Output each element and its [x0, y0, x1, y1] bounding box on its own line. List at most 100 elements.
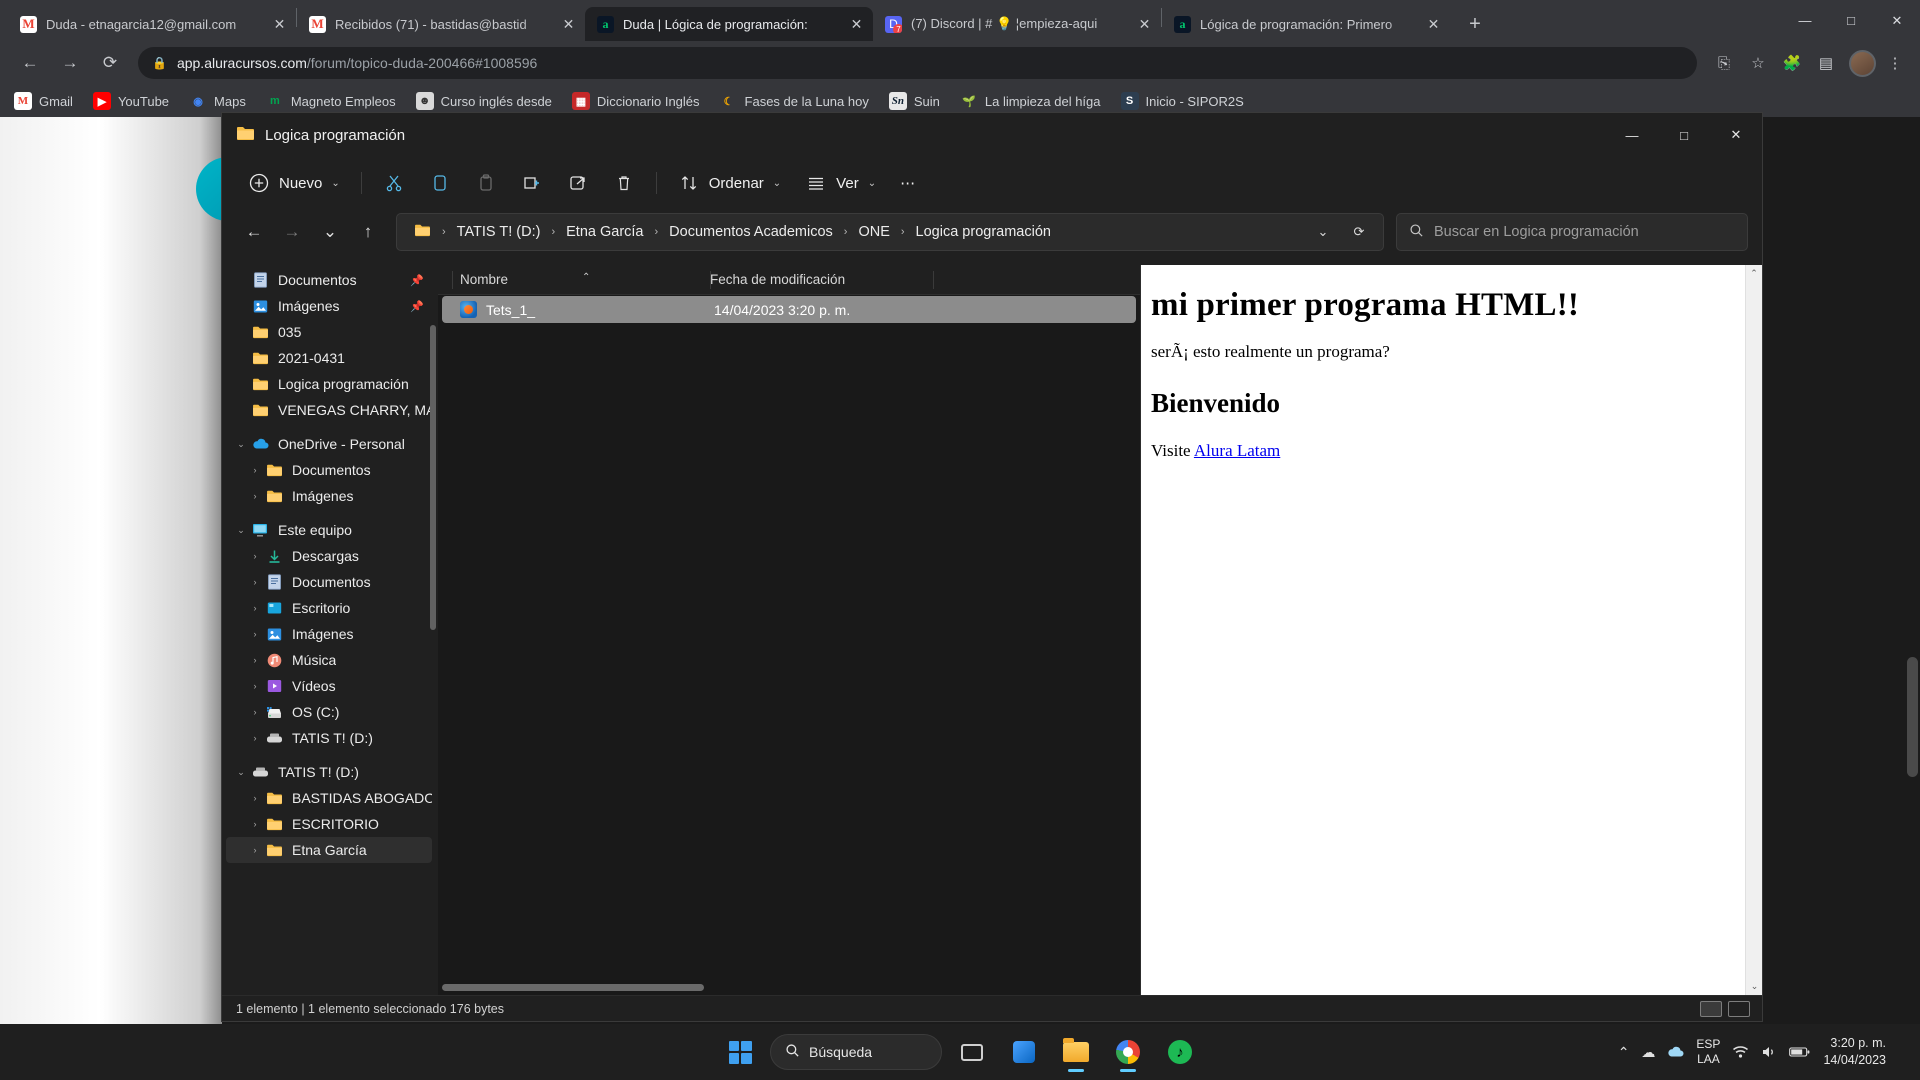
- explorer-forward-button[interactable]: →: [274, 214, 310, 250]
- wifi-icon[interactable]: [1732, 1045, 1749, 1059]
- volume-icon[interactable]: [1761, 1045, 1777, 1059]
- taskbar-chrome[interactable]: [1106, 1030, 1150, 1074]
- widgets-button[interactable]: [1002, 1030, 1046, 1074]
- browser-tab-2[interactable]: a Duda | Lógica de programación: ✕: [585, 7, 873, 41]
- bookmark-star-icon[interactable]: ☆: [1743, 48, 1773, 78]
- browser-minimize-button[interactable]: —: [1782, 0, 1828, 41]
- tab-close-icon[interactable]: ✕: [846, 14, 867, 35]
- details-view-toggle[interactable]: [1700, 1000, 1722, 1017]
- preview-link[interactable]: Alura Latam: [1194, 441, 1280, 460]
- bookmark-gmail[interactable]: M Gmail: [14, 92, 73, 110]
- browser-tab-3[interactable]: D (7) Discord | # 💡 ¦empieza-aqui ✕: [873, 7, 1161, 41]
- bookmark-diccionario[interactable]: ▦ Diccionario Inglés: [571, 92, 700, 110]
- nav-chevron[interactable]: ›: [246, 465, 264, 475]
- rename-button[interactable]: [509, 165, 555, 201]
- refresh-icon[interactable]: ⟳: [1343, 224, 1375, 240]
- scrollbar-thumb[interactable]: [442, 984, 704, 991]
- new-tab-button[interactable]: +: [1458, 7, 1492, 41]
- nav-item-pc-documentos[interactable]: › Documentos: [226, 569, 432, 595]
- bookmark-maps[interactable]: ◉ Maps: [189, 92, 246, 110]
- breadcrumb-item-2[interactable]: Documentos Academicos: [664, 221, 838, 243]
- explorer-recent-button[interactable]: ⌄: [312, 214, 348, 250]
- battery-icon[interactable]: [1789, 1046, 1811, 1058]
- new-button[interactable]: Nuevo ⌄: [236, 165, 352, 201]
- nav-item-este-equipo[interactable]: ⌄ Este equipo: [226, 517, 432, 543]
- side-panel-icon[interactable]: ▤: [1811, 48, 1841, 78]
- onedrive-icon[interactable]: [1667, 1046, 1684, 1058]
- browser-maximize-button[interactable]: □: [1828, 0, 1874, 41]
- nav-chevron[interactable]: ⌄: [232, 767, 250, 778]
- nav-pane-scrollbar[interactable]: [430, 325, 436, 630]
- tab-close-icon[interactable]: ✕: [269, 14, 290, 35]
- browser-tab-0[interactable]: Duda - etnagarcia12@gmail.com ✕: [8, 7, 296, 41]
- nav-item-documentos-pinned[interactable]: Documentos 📌: [226, 267, 432, 293]
- nav-chevron[interactable]: ›: [246, 577, 264, 587]
- bookmark-fases-luna[interactable]: ☾ Fases de la Luna hoy: [720, 92, 869, 110]
- table-row[interactable]: Tets_1_ 14/04/2023 3:20 p. m.: [442, 296, 1136, 323]
- nav-chevron[interactable]: ›: [246, 707, 264, 717]
- delete-button[interactable]: [601, 165, 647, 201]
- bookmark-youtube[interactable]: ▶ YouTube: [92, 92, 169, 110]
- column-divider[interactable]: [452, 271, 453, 289]
- nav-item-videos[interactable]: › Vídeos: [226, 673, 432, 699]
- pin-icon[interactable]: 📌: [410, 300, 432, 313]
- nav-item-os-c[interactable]: › OS (C:): [226, 699, 432, 725]
- breadcrumb-item-1[interactable]: Etna García: [561, 221, 648, 243]
- scroll-down-icon[interactable]: ⌄: [1746, 978, 1762, 995]
- scroll-up-icon[interactable]: ⌃: [1746, 265, 1762, 282]
- search-input[interactable]: [1434, 224, 1735, 240]
- file-list-rows[interactable]: Tets_1_ 14/04/2023 3:20 p. m.: [438, 295, 1140, 995]
- nav-item-descargas[interactable]: › Descargas: [226, 543, 432, 569]
- nav-chevron[interactable]: ›: [246, 793, 264, 803]
- chrome-menu-icon[interactable]: ⋮: [1880, 48, 1910, 78]
- install-app-icon[interactable]: ⎘: [1709, 48, 1739, 78]
- share-button[interactable]: [555, 165, 601, 201]
- reload-button[interactable]: ⟳: [93, 46, 127, 80]
- bookmark-curso-ingles[interactable]: ☻ Curso inglés desde: [415, 92, 552, 110]
- nav-chevron[interactable]: ›: [246, 733, 264, 743]
- explorer-minimize-button[interactable]: —: [1606, 113, 1658, 157]
- column-header-fecha[interactable]: Fecha de modificación: [710, 272, 920, 287]
- tab-close-icon[interactable]: ✕: [1423, 14, 1444, 35]
- nav-item-musica[interactable]: › Música: [226, 647, 432, 673]
- forward-button[interactable]: →: [53, 46, 87, 80]
- nav-item-onedrive-personal[interactable]: ⌄ OneDrive - Personal: [226, 431, 432, 457]
- extensions-icon[interactable]: 🧩: [1777, 48, 1807, 78]
- nav-item-tatis-d-under-pc[interactable]: › TATIS T! (D:): [226, 725, 432, 751]
- bookmark-magneto[interactable]: m Magneto Empleos: [266, 92, 396, 110]
- nav-chevron[interactable]: ⌄: [232, 439, 250, 450]
- taskbar-file-explorer[interactable]: [1054, 1030, 1098, 1074]
- nav-chevron[interactable]: ›: [246, 551, 264, 561]
- browser-close-button[interactable]: ✕: [1874, 0, 1920, 41]
- nav-item-escritorio[interactable]: › Escritorio: [226, 595, 432, 621]
- explorer-close-button[interactable]: ✕: [1710, 113, 1762, 157]
- nav-item-onedrive-documentos[interactable]: › Documentos: [226, 457, 432, 483]
- nav-item-pc-imagenes[interactable]: › Imágenes: [226, 621, 432, 647]
- nav-chevron[interactable]: ›: [246, 603, 264, 613]
- nav-chevron[interactable]: ›: [246, 629, 264, 639]
- nav-chevron[interactable]: ›: [246, 491, 264, 501]
- nav-chevron[interactable]: ›: [246, 681, 264, 691]
- more-options-button[interactable]: ⋯: [888, 165, 927, 201]
- nav-item-035[interactable]: 035: [226, 319, 432, 345]
- taskbar-spotify[interactable]: ♪: [1158, 1030, 1202, 1074]
- tab-close-icon[interactable]: ✕: [558, 14, 579, 35]
- large-icons-view-toggle[interactable]: [1728, 1000, 1750, 1017]
- nav-item-escritorio-drive[interactable]: › ESCRITORIO: [226, 811, 432, 837]
- file-list-horizontal-scrollbar[interactable]: [438, 981, 1140, 991]
- explorer-search-box[interactable]: [1396, 213, 1748, 251]
- tab-close-icon[interactable]: ✕: [1134, 14, 1155, 35]
- nav-chevron[interactable]: ›: [246, 845, 264, 855]
- view-button[interactable]: Ver ⌄: [793, 165, 888, 201]
- back-button[interactable]: ←: [13, 46, 47, 80]
- nav-chevron[interactable]: ⌄: [232, 525, 250, 536]
- explorer-up-button[interactable]: ↑: [350, 214, 386, 250]
- clock[interactable]: 3:20 p. m. 14/04/2023: [1823, 1035, 1886, 1069]
- breadcrumb-item-3[interactable]: ONE: [853, 221, 894, 243]
- pin-icon[interactable]: 📌: [410, 274, 432, 287]
- nav-item-logica-programacion[interactable]: Logica programación: [226, 371, 432, 397]
- nav-chevron[interactable]: ›: [246, 819, 264, 829]
- page-scrollbar-thumb[interactable]: [1907, 657, 1918, 777]
- start-button[interactable]: [718, 1030, 762, 1074]
- column-header-nombre[interactable]: Nombre: [438, 272, 710, 287]
